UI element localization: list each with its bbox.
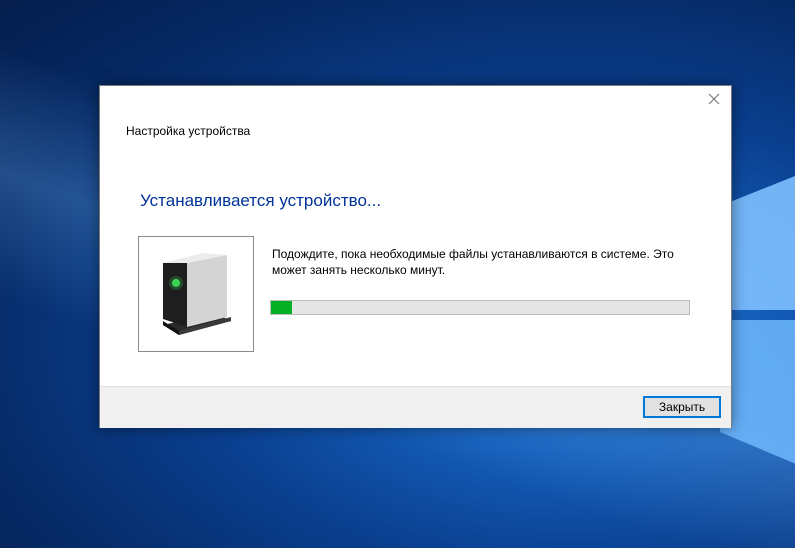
progress-fill (271, 301, 292, 314)
install-progress-bar (270, 300, 690, 315)
close-icon[interactable] (707, 92, 721, 106)
dialog-title: Настройка устройства (126, 124, 251, 138)
device-installer-icon (163, 253, 231, 335)
dialog-footer: Закрыть (100, 386, 731, 428)
install-heading: Устанавливается устройство... (140, 191, 382, 210)
device-setup-dialog: Настройка устройства Устанавливается уст… (99, 85, 732, 428)
close-button[interactable]: Закрыть (643, 396, 721, 418)
device-image-frame (138, 236, 254, 352)
install-message: Подождите, пока необходимые файлы устана… (272, 247, 674, 277)
